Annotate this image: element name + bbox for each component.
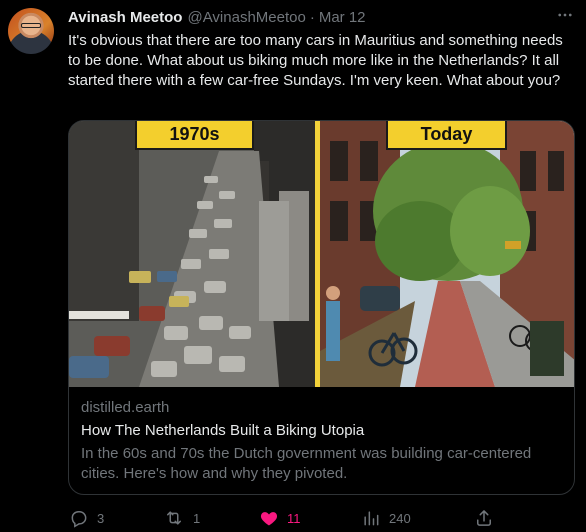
retweet-button[interactable]: 1 — [163, 505, 200, 531]
image-label-1970s: 1970s — [135, 121, 254, 150]
card-image-1970s — [69, 121, 315, 387]
views-count: 240 — [389, 510, 411, 526]
tweet-text: It's obvious that there are too many car… — [68, 32, 563, 89]
views-button[interactable]: 240 — [361, 505, 411, 531]
card-title[interactable]: How The Netherlands Built a Biking Utopi… — [81, 422, 364, 439]
share-icon — [477, 510, 491, 526]
link-card[interactable]: 1970s Today distilled.earth How The Neth… — [68, 120, 575, 495]
tweet-header: Avinash Meetoo @AvinashMeetoo · Mar 12 — [68, 9, 366, 29]
author-name[interactable]: Avinash Meetoo — [68, 9, 182, 26]
card-description: In the 60s and 70s the Dutch government … — [81, 445, 532, 482]
card-image[interactable]: 1970s Today — [69, 121, 574, 387]
card-image-today — [320, 121, 574, 387]
reply-button[interactable]: 3 — [69, 505, 104, 531]
glasses-decoration — [21, 23, 41, 28]
tweet-date[interactable]: Mar 12 — [319, 9, 366, 26]
reply-count: 3 — [97, 510, 105, 526]
like-button[interactable]: 11 — [259, 505, 301, 531]
retweet-icon — [167, 511, 181, 525]
image-label-today: Today — [386, 121, 507, 150]
bike-street-image — [320, 121, 574, 387]
tweet[interactable]: Avinash Meetoo @AvinashMeetoo · Mar 12 I… — [0, 0, 586, 532]
separator-dot: · — [309, 9, 315, 26]
reply-icon — [71, 511, 87, 528]
traffic-jam-image — [69, 121, 315, 387]
card-domain[interactable]: distilled.earth — [81, 399, 169, 416]
more-icon[interactable] — [553, 6, 577, 26]
share-button[interactable] — [474, 505, 494, 531]
tweet-actions: 3 1 11 240 — [0, 505, 586, 531]
like-count: 11 — [287, 510, 301, 526]
more-dots-icon — [558, 13, 572, 17]
retweet-count: 1 — [193, 510, 201, 526]
views-icon — [364, 511, 379, 526]
heart-icon — [260, 512, 278, 526]
author-handle[interactable]: @AvinashMeetoo — [187, 9, 305, 26]
avatar[interactable] — [8, 8, 54, 54]
